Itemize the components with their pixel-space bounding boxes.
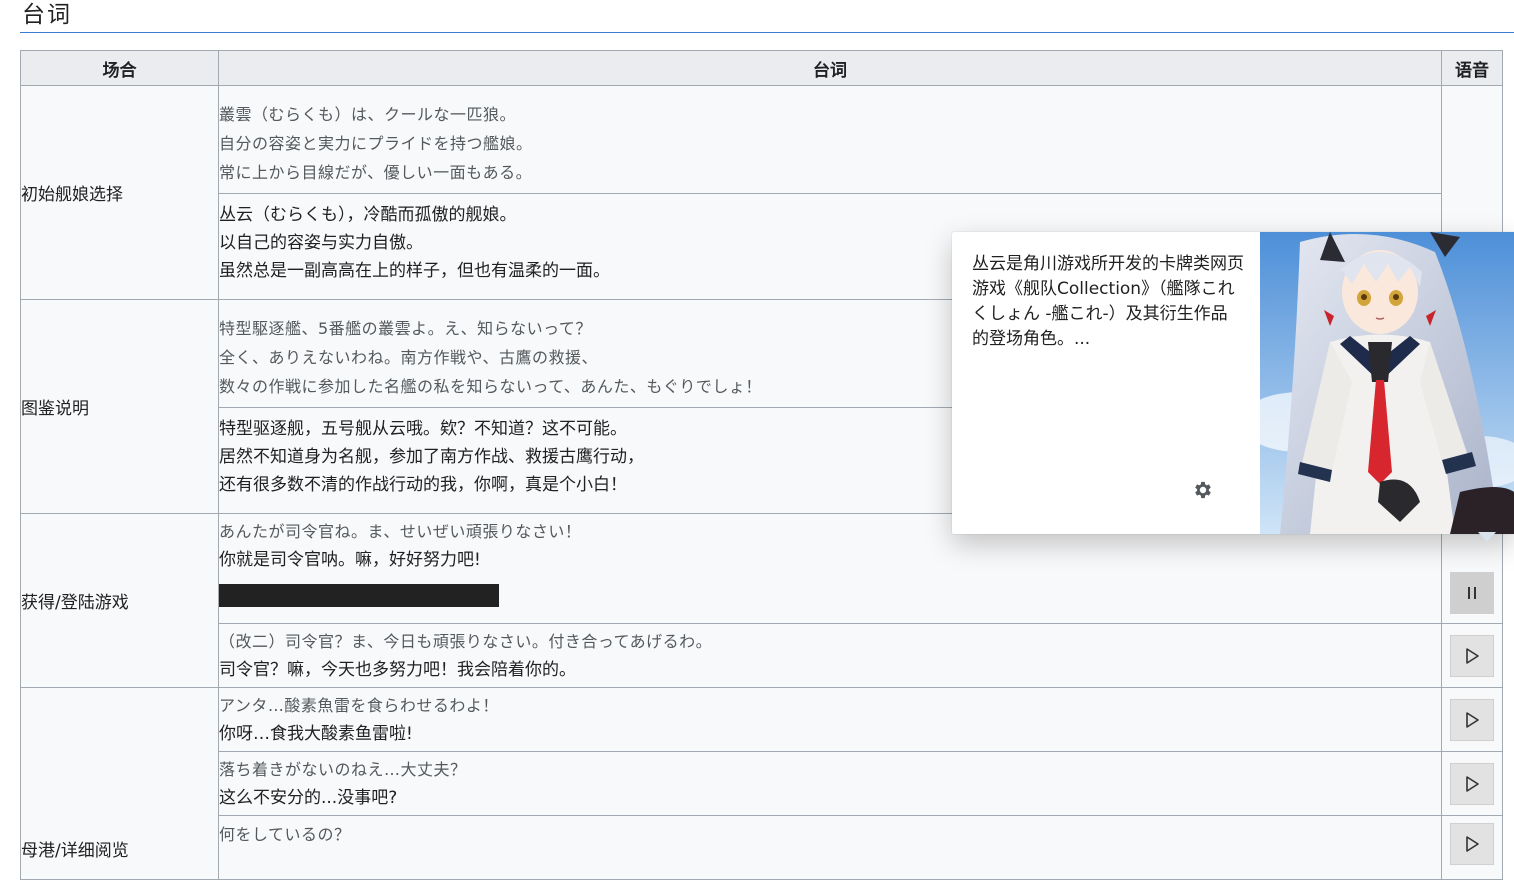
voice-cell [1441,751,1503,816]
line-ja: 何をしているの？ [219,825,351,844]
line-zh: 你呀…食我大酸素鱼雷啦! [219,724,413,744]
pause-button[interactable] [1450,572,1494,614]
character-illustration[interactable] [1260,232,1514,534]
play-button[interactable] [1450,634,1494,677]
table-row: （改二）司令官？ま、今日も頑張りなさい。付き合ってあげるわ。 司令官？嘛，今天也… [21,623,1503,688]
line-cell: （改二）司令官？ま、今日も頑張りなさい。付き合ってあげるわ。 司令官？嘛，今天也… [218,623,1442,688]
gear-icon[interactable] [1192,479,1214,501]
popup-pointer [1478,532,1496,542]
table-header-row: 场合 台词 语音 [20,50,1503,86]
table-row: 何をしているの？ [21,815,1503,880]
header-occasion: 场合 [20,50,219,86]
table-row: 落ち着きがないのねえ…大丈夫？ 这么不安分的...没事吧? [21,751,1503,816]
voice-cell [1441,815,1503,880]
occasion-cell: 图鉴说明 [20,299,219,514]
pause-icon [1468,587,1476,599]
line-cell: 落ち着きがないのねえ…大丈夫？ 这么不安分的...没事吧? [218,751,1442,816]
play-button[interactable] [1450,762,1494,805]
audio-player-bar[interactable] [219,583,499,607]
table-row: 母港/详细阅览 アンタ…酸素魚雷を食らわせるわよ！ 你呀…食我大酸素鱼雷啦! [20,687,1503,880]
line-cell: 何をしているの？ [218,815,1442,880]
play-icon [1466,711,1479,728]
line-cell: アンタ…酸素魚雷を食らわせるわよ！ 你呀…食我大酸素鱼雷啦! [218,687,1442,752]
line-ja: アンタ…酸素魚雷を食らわせるわよ！ [219,696,499,715]
header-lines: 台词 [218,50,1442,86]
section-heading: 台词 [20,0,1514,33]
line-ja: 落ち着きがないのねえ…大丈夫？ [219,760,467,779]
play-button[interactable] [1450,823,1494,865]
voice-cell [1441,623,1503,688]
line-zh: 这么不安分的...没事吧? [219,788,398,808]
play-button[interactable] [1450,698,1494,741]
voice-cell [1441,687,1503,752]
line-divider [219,193,1441,194]
page-preview-popup[interactable]: 丛云是角川游戏所开发的卡牌类网页游戏《舰队Collection》（艦隊これくしょ… [952,232,1514,542]
section-title: 台词 [22,2,72,28]
header-voice: 语音 [1441,50,1503,86]
preview-summary[interactable]: 丛云是角川游戏所开发的卡牌类网页游戏《舰队Collection》（艦隊これくしょ… [972,252,1244,352]
line-ja: 叢雲（むらくも）は、クールな一匹狼。 自分の容姿と実力にプライドを持つ艦娘。 常… [219,105,533,182]
line-ja: （改二）司令官？ま、今日も頑張りなさい。付き合ってあげるわ。 [219,632,713,651]
line-zh: 司令官？嘛，今天也多努力吧！我会陪着你的。 [219,660,576,680]
occasion-cell: 初始舰娘选择 [20,85,219,300]
character-image [1260,232,1514,534]
line-zh: 你就是司令官呐。嘛，好好努力吧! [219,549,481,570]
play-icon [1466,775,1479,792]
play-icon [1466,836,1479,852]
occasion-cell: 获得/登陆游戏 [20,513,219,688]
play-icon [1466,647,1479,664]
